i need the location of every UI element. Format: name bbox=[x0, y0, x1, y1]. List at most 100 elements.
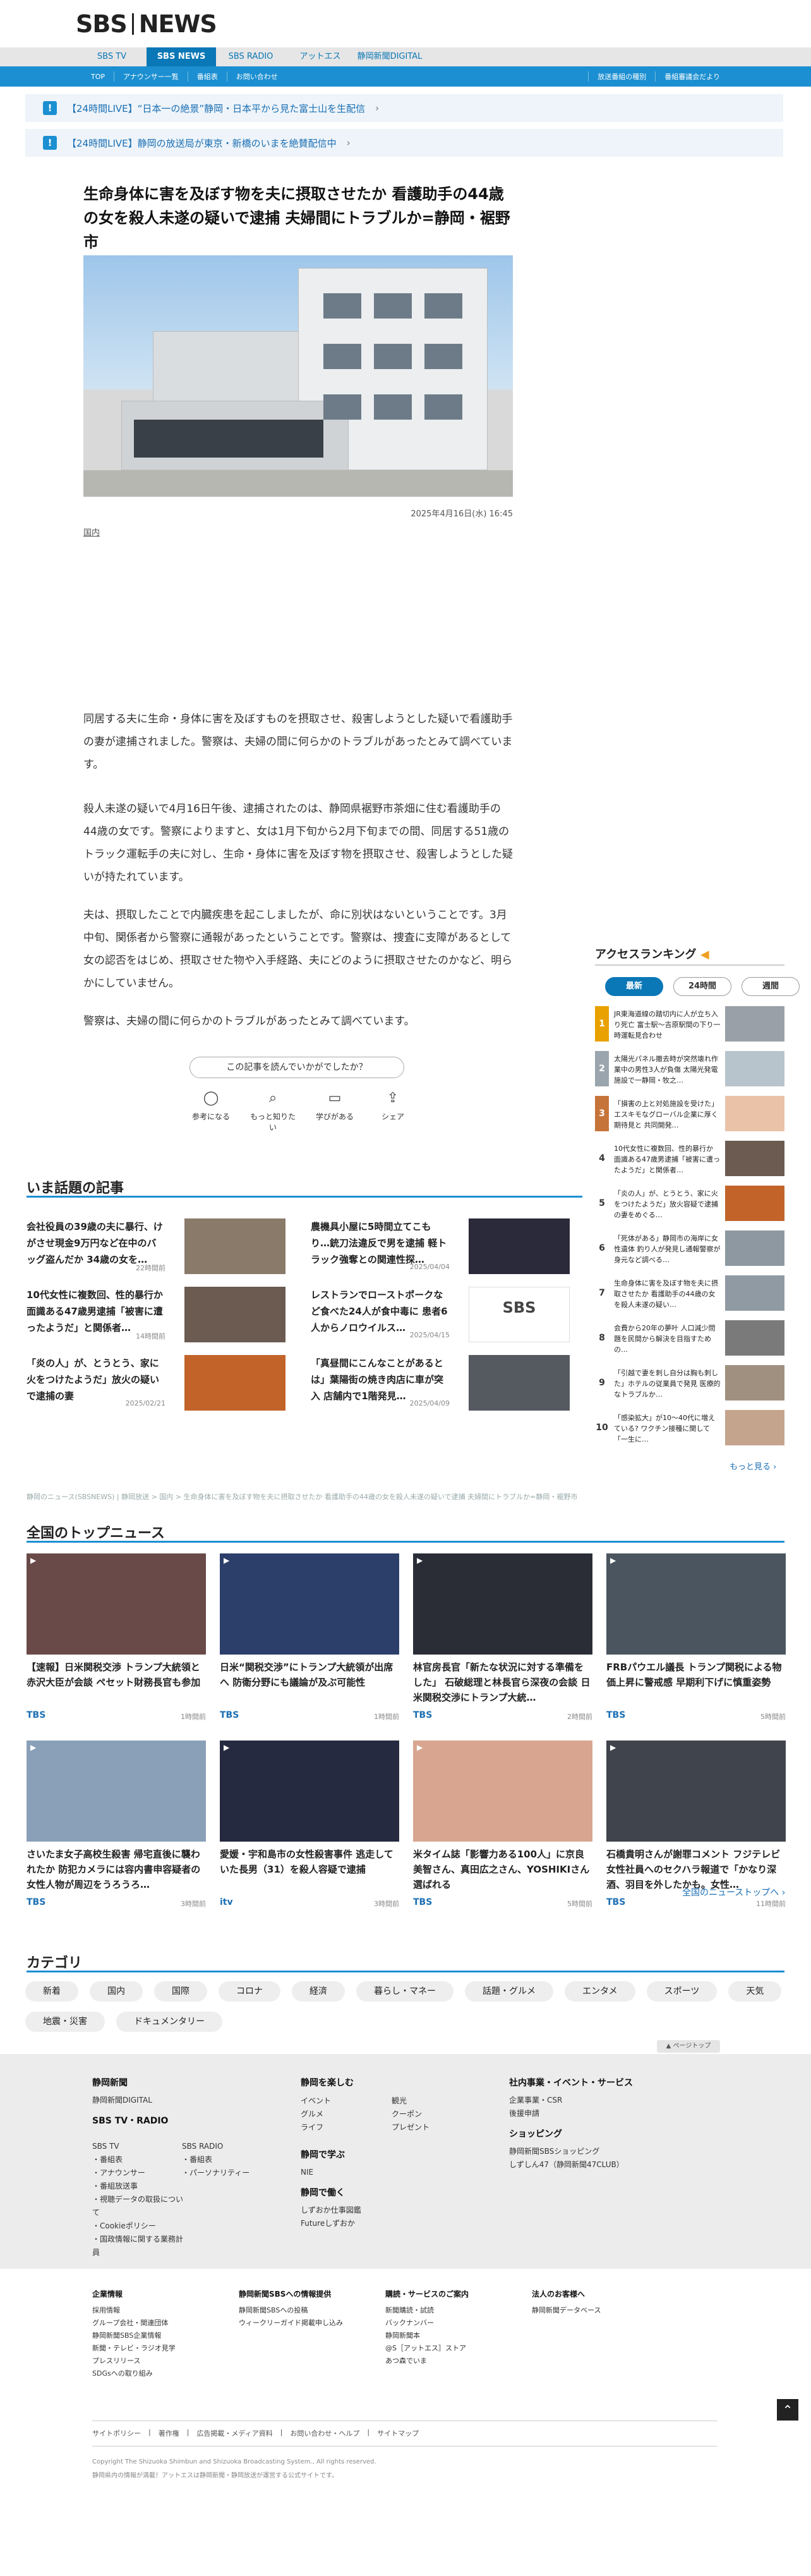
national-news-card[interactable]: ▶ 米タイム誌「影響力ある100人」に京良美智さん、真田広之さん、YOSHIKIさ… bbox=[413, 1741, 592, 1917]
footer-link[interactable]: ・パーソナリティー bbox=[182, 2166, 277, 2180]
ranking-tab-weekly[interactable]: 週間 bbox=[742, 977, 800, 996]
footer-link[interactable]: 静岡新聞本 bbox=[385, 2330, 524, 2342]
category-chip[interactable]: 経済 bbox=[292, 1981, 345, 2002]
footer-link[interactable]: 静岡新聞SBS企業情報 bbox=[92, 2330, 231, 2342]
nav-program-types[interactable]: 放送番組の種別 bbox=[588, 71, 655, 82]
nav-schedule[interactable]: 番組表 bbox=[187, 71, 227, 82]
live-alert[interactable]: ! 【24時間LIVE】“日本一の絶景”静岡・日本平から見た富士山を生配信 › bbox=[25, 94, 783, 122]
footer-legal-link[interactable]: サイトポリシー bbox=[92, 2428, 141, 2438]
ranking-item[interactable]: 5 「炎の人」が、とうとう、家に火をつけたようだ」放火容疑で逮捕の妻をめぐる… bbox=[595, 1186, 784, 1225]
footer-link[interactable]: しずおか仕事図鑑 bbox=[301, 2204, 465, 2217]
scroll-top-button[interactable]: ⌃ bbox=[777, 2399, 798, 2421]
footer-legal-link[interactable]: お問い合わせ・ヘルプ bbox=[290, 2428, 359, 2438]
national-news-card[interactable]: ▶ 【速報】日米関税交渉 トランプ大統領と赤沢大臣が会談 ペセット財務長官も参加 T… bbox=[27, 1553, 206, 1730]
footer-link[interactable]: @S［アットエス］ストア bbox=[385, 2342, 524, 2355]
category-chip[interactable]: スポーツ bbox=[646, 1981, 718, 2002]
footer-link[interactable]: Futureしずおか bbox=[301, 2217, 465, 2230]
nav-council-news[interactable]: 番組審議会だより bbox=[655, 71, 729, 82]
ranking-tab-latest[interactable]: 最新 bbox=[605, 977, 663, 996]
category-chip[interactable]: ドキュメンタリー bbox=[116, 2012, 222, 2032]
ranking-item[interactable]: 9 「引越で妻を刺し自分は胸も刺した」ホテルの従業員で発見 医療的なトラブルか… bbox=[595, 1365, 784, 1404]
footer-link[interactable]: SDGsへの取り組み bbox=[92, 2367, 231, 2380]
tab-sbs-tv[interactable]: SBS TV bbox=[77, 47, 147, 66]
footer-link[interactable]: ・番組表 bbox=[182, 2153, 277, 2166]
national-news-card[interactable]: ▶ 愛媛・宇和島市の女性殺害事件 逃走していた長男（31）を殺人容疑で逮捕 itv 3… bbox=[220, 1741, 399, 1917]
trending-card[interactable]: 「真昼間にこんなことがあるとは」葉陽街の焼き肉店に車が突入 店舗内で1階発見… 2… bbox=[311, 1355, 576, 1412]
footer-link[interactable]: SBS RADIO bbox=[182, 2140, 277, 2153]
footer-link[interactable]: 静岡新聞DIGITAL bbox=[92, 2094, 282, 2107]
category-chip[interactable]: 国内 bbox=[90, 1981, 143, 2002]
footer-link[interactable]: プレゼント bbox=[392, 2121, 455, 2134]
footer-link[interactable]: 採用情報 bbox=[92, 2304, 231, 2317]
footer-link[interactable]: ウィークリーガイド掲載申し込み bbox=[239, 2317, 378, 2330]
footer-link[interactable]: SBS TV bbox=[92, 2140, 187, 2153]
category-chip[interactable]: 暮らし・マネー bbox=[356, 1981, 454, 2002]
trending-card[interactable]: 農機具小屋に5時間立てこもり…銃刀法違反で男を逮捕 軽トラック強奪との関連性探…… bbox=[311, 1218, 576, 1275]
trending-card[interactable]: 10代女性に複数回、性的暴行か 面識ある47歳男逮捕「被害に遭ったようだ」と関係… bbox=[27, 1287, 292, 1344]
footer-link[interactable]: ・番組放送事 bbox=[92, 2180, 187, 2193]
page-top-link[interactable]: ▲ ページトップ bbox=[657, 2040, 720, 2053]
reaction-know-more-button[interactable]: ⌕ もっと知りたい bbox=[248, 1090, 298, 1133]
footer-legal-link[interactable]: サイトマップ bbox=[377, 2428, 419, 2438]
national-more-link[interactable]: 全国のニューストップへ › bbox=[682, 1886, 785, 1899]
category-chip[interactable]: エンタメ bbox=[565, 1981, 635, 2002]
ranking-item[interactable]: 8 会費から20年の夢叶 人口減少問題を民間から解決を目指すための… bbox=[595, 1320, 784, 1359]
footer-link[interactable]: 後援申請 bbox=[509, 2107, 699, 2120]
footer-link[interactable]: 静岡新聞SBSへの投稿 bbox=[239, 2304, 378, 2317]
category-chip[interactable]: コロナ bbox=[219, 1981, 280, 2002]
category-chip[interactable]: 話題・グルメ bbox=[465, 1981, 553, 2002]
ranking-more-link[interactable]: もっと見る › bbox=[730, 1460, 776, 1472]
nav-announcers[interactable]: アナウンサー一覧 bbox=[114, 71, 188, 82]
tab-sbs-news[interactable]: SBS NEWS bbox=[147, 47, 216, 66]
footer-link[interactable]: 新聞購読・試読 bbox=[385, 2304, 524, 2317]
footer-link[interactable]: 観光 bbox=[392, 2094, 455, 2108]
category-chip[interactable]: 天気 bbox=[728, 1981, 782, 2002]
ranking-item[interactable]: 6 「死体がある」静岡市の海岸に女性遺体 釣り人が発見し通報警察が身元など調べる… bbox=[595, 1230, 784, 1270]
trending-card[interactable]: 「炎の人」が、とうとう、家に火をつけたようだ」放火の疑いで逮捕の妻 2025/02… bbox=[27, 1355, 292, 1412]
reaction-helpful-button[interactable]: ◯ 参考になる bbox=[186, 1090, 236, 1122]
tab-shizuoka-digital[interactable]: 静岡新聞DIGITAL bbox=[355, 47, 424, 66]
footer-link[interactable]: あつ森でいま bbox=[385, 2355, 524, 2367]
category-chip[interactable]: 地震・災害 bbox=[25, 2012, 105, 2032]
nav-contact[interactable]: お問い合わせ bbox=[226, 71, 287, 82]
footer-legal-link[interactable]: 著作権 bbox=[159, 2428, 179, 2438]
footer-link[interactable]: 静岡新聞データベース bbox=[532, 2304, 671, 2317]
trending-card[interactable]: レストランでローストポークなど食べた24人が食中毒に 患者6人からノロウイルス…… bbox=[311, 1287, 576, 1344]
footer-link[interactable]: NIE bbox=[301, 2166, 465, 2179]
footer-link[interactable]: グルメ bbox=[301, 2108, 364, 2121]
sbs-news-logo[interactable]: SBS NEWS bbox=[76, 10, 217, 38]
footer-link[interactable]: イベント bbox=[301, 2094, 364, 2108]
footer-link[interactable]: 新聞・テレビ・ラジオ見学 bbox=[92, 2342, 231, 2355]
ranking-tab-24h[interactable]: 24時間 bbox=[673, 977, 731, 996]
trending-card[interactable]: 会社役員の39歳の夫に暴行、けがさせ現金9万円など在中のバッグ盗んだか 34歳の… bbox=[27, 1218, 292, 1275]
footer-link[interactable]: ・アナウンサー bbox=[92, 2166, 187, 2180]
share-button[interactable]: ⇪ シェア bbox=[368, 1090, 418, 1122]
ranking-item[interactable]: 1 JR東海道線の踏切内に人が立ち入り死亡 富士駅〜吉原駅間の下り一時運転見合わせ bbox=[595, 1006, 784, 1045]
footer-link[interactable]: 企業事業・CSR bbox=[509, 2094, 699, 2107]
national-news-card[interactable]: ▶ FRBパウエル議長 トランプ関税による物価上昇に警戒感 早期利下げに慎重姿勢 T… bbox=[606, 1553, 786, 1730]
footer-link[interactable]: しずしん47（静岡新聞47CLUB） bbox=[509, 2158, 699, 2172]
footer-link[interactable]: ・視聴データの取扱について bbox=[92, 2193, 187, 2220]
footer-link[interactable]: ・番組表 bbox=[92, 2153, 187, 2166]
ranking-item[interactable]: 7 生命身体に害を及ぼす物を夫に摂取させたか 看護助手の44歳の女を殺人未遂の疑い… bbox=[595, 1275, 784, 1315]
nav-top[interactable]: TOP bbox=[82, 73, 114, 81]
footer-link[interactable]: ライフ bbox=[301, 2121, 364, 2134]
footer-link[interactable]: クーポン bbox=[392, 2108, 455, 2121]
footer-link[interactable]: プレスリリース bbox=[92, 2355, 231, 2367]
tab-sbs-radio[interactable]: SBS RADIO bbox=[216, 47, 285, 66]
category-chip[interactable]: 国際 bbox=[154, 1981, 207, 2002]
article-category-link[interactable]: 国内 bbox=[83, 526, 100, 538]
live-alert[interactable]: ! 【24時間LIVE】静岡の放送局が東京・新橋のいまを絶賛配信中 › bbox=[25, 129, 783, 157]
ranking-item[interactable]: 4 10代女性に複数回、性的暴行か 面識ある47歳男逮捕「被害に遭ったようだ」と関… bbox=[595, 1141, 784, 1180]
footer-link[interactable]: 静岡新聞SBSショッピング bbox=[509, 2145, 699, 2158]
national-news-card[interactable]: ▶ 林官房長官「新たな状況に対する準備をした」 石破総理と林長官ら深夜の会談 日米… bbox=[413, 1553, 592, 1730]
footer-link[interactable]: グループ会社・関連団体 bbox=[92, 2317, 231, 2330]
reaction-learning-button[interactable]: ▭ 学びがある bbox=[309, 1090, 360, 1122]
footer-link[interactable]: ・国政情報に関する業務計員 bbox=[92, 2233, 187, 2259]
footer-link[interactable]: ・Cookieポリシー bbox=[92, 2220, 187, 2233]
category-chip[interactable]: 新着 bbox=[25, 1981, 78, 2002]
national-news-card[interactable]: ▶ さいたま女子高校生殺害 帰宅直後に襲われたか 防犯カメラには容内書申容疑者の女… bbox=[27, 1741, 206, 1917]
tab-at-s[interactable]: アットエス bbox=[285, 47, 355, 66]
footer-link[interactable]: バックナンバー bbox=[385, 2317, 524, 2330]
ranking-item[interactable]: 3 「損害の上と対処施設を受けた」エスキモなグローバル企業に厚く期待見と 共同開発… bbox=[595, 1096, 784, 1135]
